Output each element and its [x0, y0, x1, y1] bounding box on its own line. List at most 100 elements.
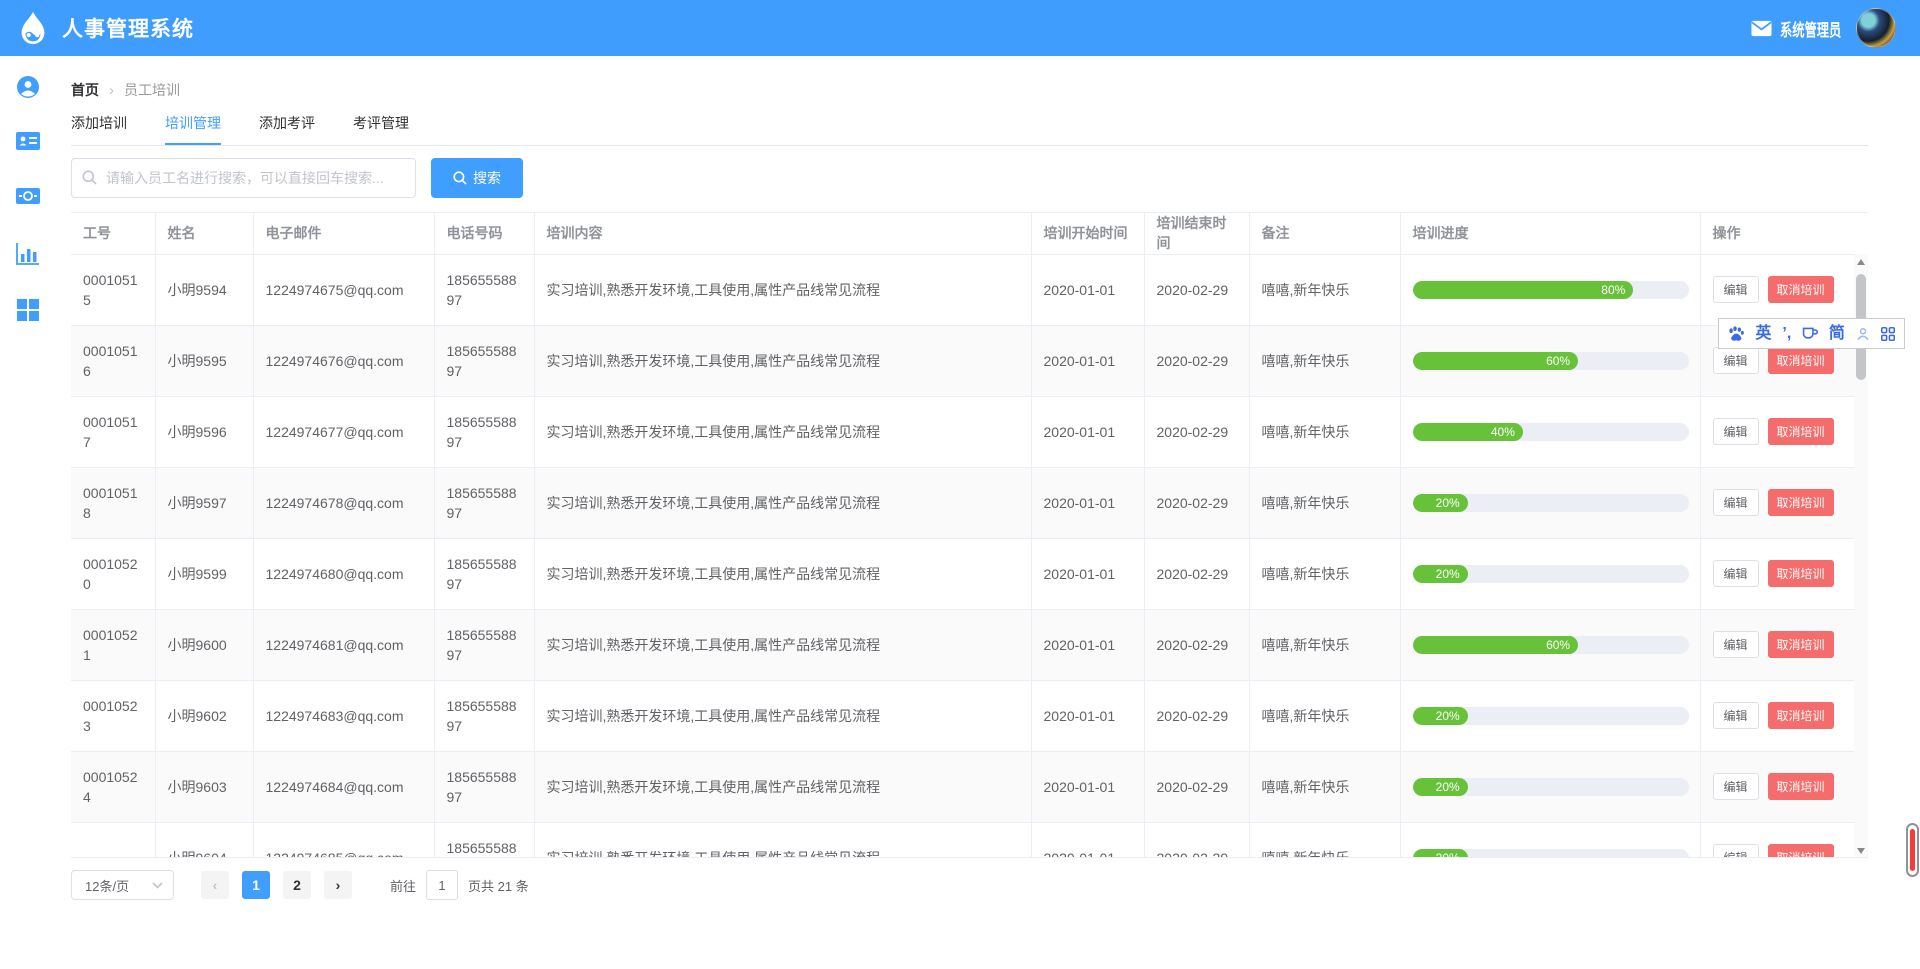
- cell-start-date: 2020-01-01: [1031, 822, 1144, 858]
- simplified-icon[interactable]: 简: [1829, 326, 1845, 342]
- tab-add-training[interactable]: 添加培训: [71, 113, 127, 145]
- cell-actions: 编辑取消培训: [1700, 467, 1854, 538]
- mail-icon[interactable]: [1751, 20, 1772, 37]
- tab-add-review[interactable]: 添加考评: [259, 113, 315, 145]
- username-label[interactable]: 系统管理员: [1780, 16, 1826, 41]
- search-input[interactable]: [71, 158, 416, 198]
- cell-actions: 编辑取消培训: [1700, 751, 1854, 822]
- cell-name: 小明9595: [155, 325, 253, 396]
- page-size-select[interactable]: 12条/页: [71, 870, 174, 900]
- sidebar-item-employees[interactable]: [0, 131, 56, 159]
- progress-fill: 20%: [1413, 849, 1468, 859]
- column-header: 培训开始时间: [1031, 213, 1144, 254]
- tab-manage-review[interactable]: 考评管理: [353, 113, 409, 145]
- page-buttons: 12: [229, 871, 311, 899]
- cancel-training-button[interactable]: 取消培训: [1768, 560, 1834, 587]
- cell-actions: 编辑取消培训: [1700, 609, 1854, 680]
- sidebar-item-apps[interactable]: [0, 299, 56, 327]
- total-label: 页共 21 条: [468, 876, 529, 895]
- left-sidebar: [0, 56, 56, 969]
- cell-email: 1224974675@qq.com: [253, 254, 434, 325]
- cancel-training-button[interactable]: 取消培训: [1768, 631, 1834, 658]
- cell-employee-id: 00010515: [71, 254, 155, 325]
- grid-windows-icon: [17, 299, 39, 321]
- person-icon[interactable]: [1856, 325, 1870, 343]
- cancel-training-button[interactable]: 取消培训: [1768, 844, 1834, 858]
- cell-name: 小明9599: [155, 538, 253, 609]
- cell-actions: 编辑取消培训: [1700, 254, 1854, 325]
- cell-end-date: 2020-02-29: [1144, 609, 1249, 680]
- table-row: 00010521小明96001224974681@qq.com185655588…: [71, 609, 1854, 680]
- cell-name: 小明9603: [155, 751, 253, 822]
- goto-page-input[interactable]: [426, 870, 458, 900]
- cell-email: 1224974684@qq.com: [253, 751, 434, 822]
- cup-icon[interactable]: [1802, 325, 1818, 342]
- cell-content: 实习培训,熟悉开发环境,工具使用,属性产品线常见流程: [534, 538, 1031, 609]
- edit-button[interactable]: 编辑: [1713, 631, 1759, 658]
- progress-bar: 20%: [1413, 565, 1689, 583]
- edit-button[interactable]: 编辑: [1713, 702, 1759, 729]
- cell-name: 小明9597: [155, 467, 253, 538]
- cancel-training-button[interactable]: 取消培训: [1768, 773, 1834, 800]
- next-page-button[interactable]: ›: [324, 871, 352, 899]
- cancel-training-button[interactable]: 取消培训: [1768, 418, 1834, 445]
- avatar[interactable]: [1856, 8, 1896, 48]
- cell-start-date: 2020-01-01: [1031, 609, 1144, 680]
- edit-button[interactable]: 编辑: [1713, 560, 1759, 587]
- cell-content: 实习培训,熟悉开发环境,工具使用,属性产品线常见流程: [534, 609, 1031, 680]
- cell-name: 小明9600: [155, 609, 253, 680]
- tab-manage-training[interactable]: 培训管理: [165, 113, 221, 145]
- cell-note: 嘻嘻,新年快乐: [1249, 680, 1400, 751]
- page-button-1[interactable]: 1: [242, 871, 270, 899]
- progress-fill: 60%: [1413, 636, 1579, 654]
- cell-actions: 编辑取消培训: [1700, 538, 1854, 609]
- apps-grid-icon[interactable]: [1881, 325, 1895, 343]
- edit-button[interactable]: 编辑: [1713, 276, 1759, 303]
- sidebar-item-statistics[interactable]: [0, 243, 56, 271]
- quote-icon[interactable]: ’,: [1782, 326, 1791, 342]
- english-icon[interactable]: 英: [1755, 326, 1771, 342]
- progress-fill: 40%: [1413, 423, 1523, 441]
- edit-button[interactable]: 编辑: [1713, 418, 1759, 445]
- progress-bar: 20%: [1413, 707, 1689, 725]
- search-button[interactable]: 搜索: [431, 158, 523, 198]
- edit-button[interactable]: 编辑: [1713, 773, 1759, 800]
- cell-start-date: 2020-01-01: [1031, 751, 1144, 822]
- column-header: 操作: [1700, 213, 1854, 254]
- breadcrumb-home[interactable]: 首页: [71, 80, 99, 100]
- page-button-2[interactable]: 2: [283, 871, 311, 899]
- breadcrumb-current: 员工培训: [124, 80, 180, 100]
- cell-end-date: 2020-02-29: [1144, 254, 1249, 325]
- table-row: 00010517小明95961224974677@qq.com185655588…: [71, 396, 1854, 467]
- scrollbar-up-arrow[interactable]: [1854, 254, 1868, 270]
- cancel-training-button[interactable]: 取消培训: [1768, 702, 1834, 729]
- progress-bar: 20%: [1413, 778, 1689, 796]
- cell-start-date: 2020-01-01: [1031, 538, 1144, 609]
- cell-actions: 编辑取消培训: [1700, 822, 1854, 858]
- cancel-training-button[interactable]: 取消培训: [1768, 276, 1834, 303]
- page-size-value: 12条/页: [85, 876, 129, 895]
- cancel-training-button[interactable]: 取消培训: [1768, 489, 1834, 516]
- cell-phone: 18565558897: [434, 680, 534, 751]
- page-scroll-indicator[interactable]: [1906, 823, 1919, 877]
- cell-progress: 20%: [1400, 538, 1700, 609]
- progress-bar: 60%: [1413, 352, 1689, 370]
- cell-content: 实习培训,熟悉开发环境,工具使用,属性产品线常见流程: [534, 822, 1031, 858]
- progress-fill: 20%: [1413, 565, 1468, 583]
- edit-button[interactable]: 编辑: [1713, 489, 1759, 516]
- paw-icon[interactable]: [1728, 324, 1744, 343]
- cell-start-date: 2020-01-01: [1031, 396, 1144, 467]
- table-row: 00010520小明95991224974680@qq.com185655588…: [71, 538, 1854, 609]
- sidebar-item-profile[interactable]: [0, 75, 56, 103]
- cancel-training-button[interactable]: 取消培训: [1768, 347, 1834, 374]
- edit-button[interactable]: 编辑: [1713, 347, 1759, 374]
- prev-page-button[interactable]: ‹: [201, 871, 229, 899]
- id-card-icon: [16, 131, 40, 151]
- cell-progress: 60%: [1400, 325, 1700, 396]
- scrollbar-down-arrow[interactable]: [1854, 843, 1868, 858]
- sidebar-item-salary[interactable]: [0, 187, 56, 215]
- search-icon: [82, 170, 97, 185]
- edit-button[interactable]: 编辑: [1713, 844, 1759, 858]
- cell-content: 实习培训,熟悉开发环境,工具使用,属性产品线常见流程: [534, 254, 1031, 325]
- app-logo[interactable]: 人事管理系统: [14, 9, 194, 47]
